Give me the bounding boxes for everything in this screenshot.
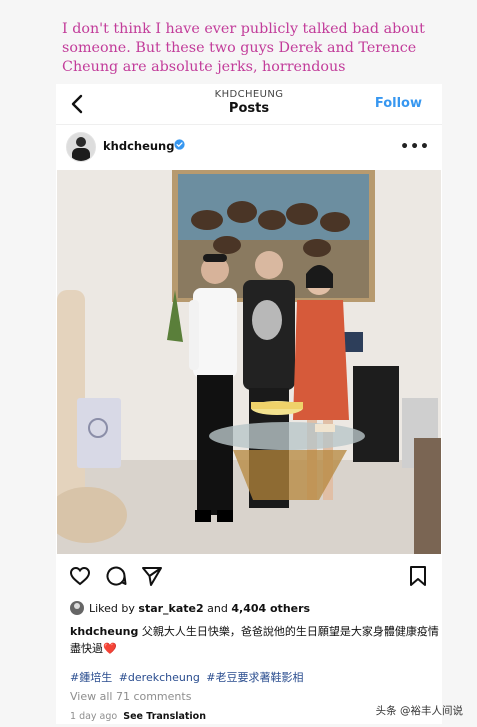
photo-illustration bbox=[57, 170, 441, 554]
likes-and: and bbox=[207, 602, 228, 615]
more-options-icon[interactable]: ••• bbox=[400, 139, 430, 155]
likes-count[interactable]: 4,404 others bbox=[231, 602, 310, 615]
overlay-caption: I don't think I have ever publicly talke… bbox=[62, 21, 425, 75]
post-caption: khdcheung 父親大人生日快樂，爸爸說他的生日願望是大家身體健康疫情盡快過… bbox=[70, 623, 440, 657]
post-meta: 1 day ago See Translation bbox=[70, 711, 206, 722]
caption-username[interactable]: khdcheung bbox=[70, 625, 138, 638]
avatar[interactable] bbox=[66, 132, 96, 162]
view-all-comments-link[interactable]: View all 71 comments bbox=[70, 690, 191, 703]
post-author-row: khdcheung ••• bbox=[56, 128, 442, 168]
instagram-post-card: KHDCHEUNG Posts Follow khdcheung ••• Lik… bbox=[56, 84, 442, 724]
share-icon[interactable] bbox=[140, 564, 164, 588]
post-actions bbox=[56, 564, 442, 590]
post-timestamp: 1 day ago bbox=[70, 711, 118, 722]
see-translation-link[interactable]: See Translation bbox=[123, 711, 206, 722]
post-photo[interactable] bbox=[57, 170, 441, 554]
heart-icon[interactable] bbox=[68, 564, 92, 588]
hashtags[interactable]: #鍾培生 #derekcheung #老豆要求著鞋影相 bbox=[70, 669, 304, 685]
likes-summary[interactable]: Liked by star_kate2 and 4,404 others bbox=[70, 601, 310, 615]
liker-avatar bbox=[70, 601, 84, 615]
verified-badge-icon bbox=[174, 139, 185, 150]
follow-button[interactable]: Follow bbox=[375, 96, 422, 111]
watermark: 头条 @裕丰人间说 bbox=[375, 705, 463, 717]
heart-emoji: ❤️ bbox=[103, 642, 117, 655]
liker-username[interactable]: star_kate2 bbox=[138, 602, 203, 615]
post-username[interactable]: khdcheung bbox=[103, 139, 174, 153]
top-bar: KHDCHEUNG Posts Follow bbox=[56, 84, 442, 125]
comment-icon[interactable] bbox=[104, 564, 128, 588]
bookmark-icon[interactable] bbox=[406, 564, 430, 588]
likes-prefix: Liked by bbox=[89, 602, 135, 615]
